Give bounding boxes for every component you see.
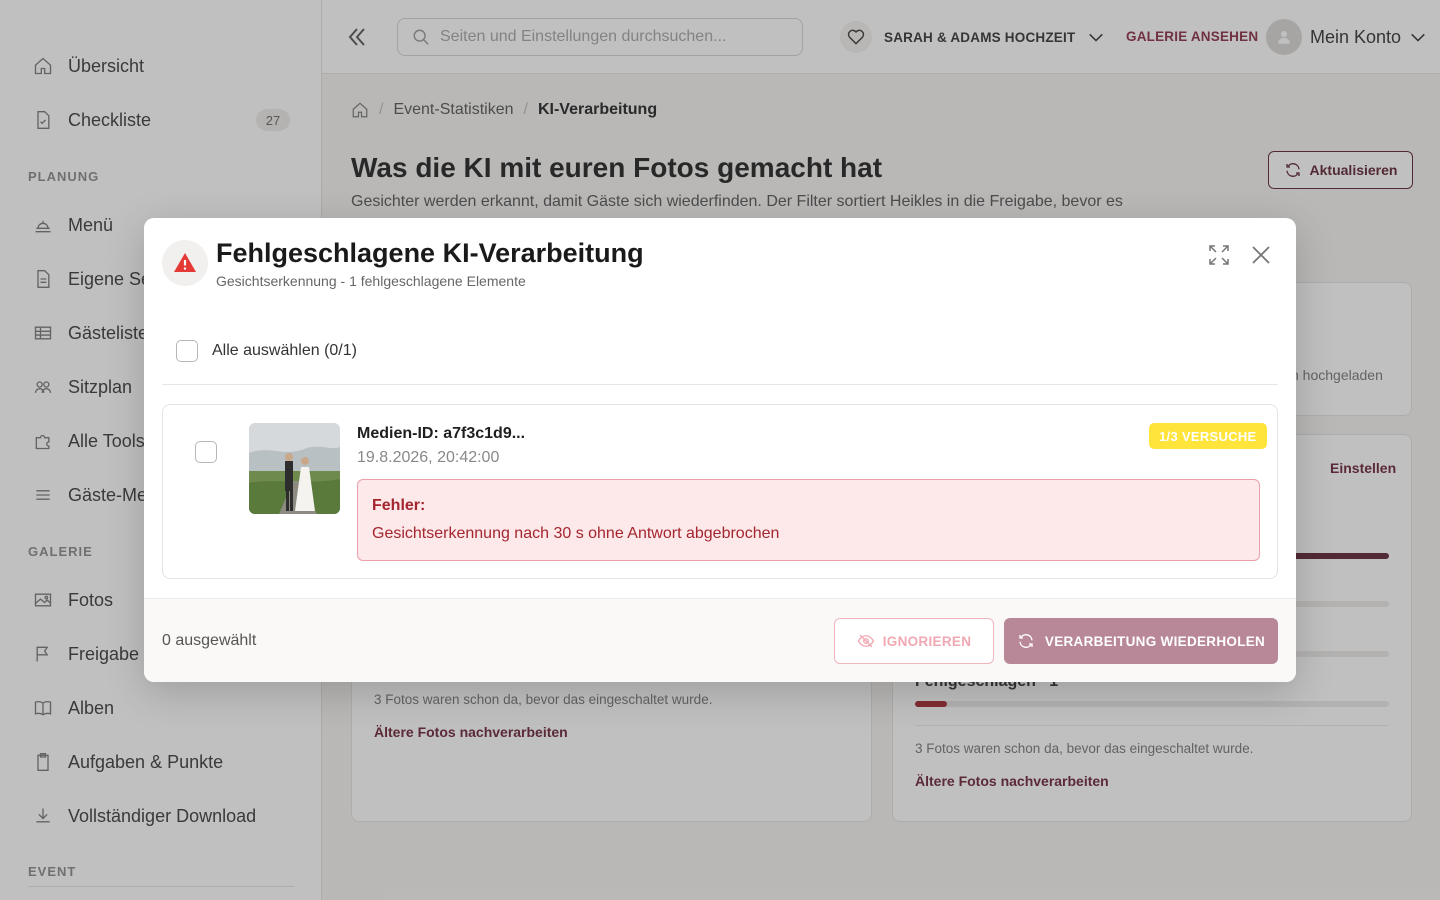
close-icon (1252, 246, 1270, 264)
eye-off-icon (857, 634, 875, 648)
media-date: 19.8.2026, 20:42:00 (357, 449, 500, 466)
photo-thumbnail (249, 423, 340, 514)
item-checkbox[interactable] (195, 441, 217, 463)
select-all-label: Alle auswählen (0/1) (212, 342, 357, 359)
select-all-row[interactable]: Alle auswählen (0/1) (176, 340, 357, 362)
selected-count: 0 ausgewählt (162, 632, 257, 649)
select-all-checkbox[interactable] (176, 340, 198, 362)
expand-icon (1209, 245, 1229, 265)
ignore-label: IGNORIEREN (882, 633, 972, 649)
error-box: Fehler: Gesichtserkennung nach 30 s ohne… (357, 479, 1260, 561)
dialog-subtitle: Gesichtserkennung - 1 fehlgeschlagene El… (216, 273, 526, 289)
ignore-button[interactable]: IGNORIEREN (834, 618, 994, 664)
close-button[interactable] (1248, 242, 1274, 268)
attempts-badge: 1/3 VERSUCHE (1149, 423, 1267, 449)
dialog-divider (162, 384, 1278, 385)
refresh-icon (1019, 634, 1033, 648)
warning-icon (162, 240, 208, 286)
error-label: Fehler: (372, 497, 426, 514)
failed-item-card: Medien-ID: a7f3c1d9... 19.8.2026, 20:42:… (162, 404, 1278, 579)
error-message: Gesichtserkennung nach 30 s ohne Antwort… (372, 525, 780, 542)
failed-processing-dialog: Fehlgeschlagene KI-Verarbeitung Gesichts… (144, 218, 1296, 682)
dialog-footer: 0 ausgewählt IGNORIEREN VERARBEITUNG WIE… (144, 598, 1296, 682)
expand-button[interactable] (1206, 242, 1232, 268)
media-id: Medien-ID: a7f3c1d9... (357, 425, 526, 442)
retry-processing-button[interactable]: VERARBEITUNG WIEDERHOLEN (1004, 618, 1278, 664)
dialog-title: Fehlgeschlagene KI-Verarbeitung (216, 238, 644, 268)
retry-label: VERARBEITUNG WIEDERHOLEN (1044, 633, 1266, 649)
